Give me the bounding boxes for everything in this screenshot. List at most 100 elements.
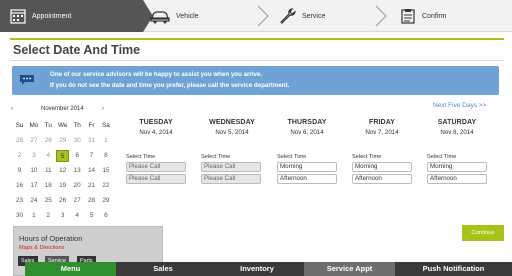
select-time-label: Select Time (277, 154, 307, 160)
calendar-day[interactable]: 3 (56, 210, 69, 222)
day-header: THURSDAY Nov 6, 2014 (272, 119, 342, 136)
step-label: Service (302, 12, 326, 20)
calendar-day[interactable]: 21 (85, 180, 98, 192)
calendar-day[interactable]: 10 (27, 165, 40, 177)
time-slot-am[interactable]: Morning (277, 162, 337, 172)
nav-service-appt[interactable]: Service Appt (304, 262, 395, 276)
nav-menu[interactable]: Menu (25, 262, 116, 276)
page-title: Select Date And Time (13, 43, 141, 57)
calendar-day[interactable]: 23 (13, 195, 26, 207)
info-banner: One of our service advisors will be happ… (12, 66, 499, 95)
step-label: Confirm (422, 12, 447, 20)
calendar-day[interactable]: 31 (85, 135, 98, 147)
calendar-day[interactable]: 19 (56, 180, 69, 192)
calendar-day[interactable]: 12 (56, 165, 69, 177)
day-header: FRIDAY Nov 7, 2014 (347, 119, 417, 136)
calendar-day[interactable]: 1 (99, 135, 112, 147)
calendar-day[interactable]: 5 (56, 150, 70, 162)
calendar-dow: Tu (44, 122, 52, 129)
calendar-day[interactable]: 4 (71, 210, 84, 222)
calendar-day[interactable]: 1 (27, 210, 40, 222)
day-name: TUESDAY (139, 119, 173, 126)
progress-steps: Appointment Vehicle Service Confirm (0, 0, 512, 32)
calendar-day[interactable]: 2 (42, 210, 55, 222)
day-header: TUESDAY Nov 4, 2014 (121, 119, 191, 136)
calendar-day[interactable]: 15 (99, 165, 112, 177)
day-header: SATURDAY Nov 8, 2014 (422, 119, 492, 136)
calendar-day[interactable]: 11 (42, 165, 55, 177)
day-date: Nov 8, 2014 (440, 129, 474, 136)
calendar-day[interactable]: 4 (42, 150, 55, 162)
divider (10, 60, 504, 61)
next-five-days-link[interactable]: Next Five Days >> (433, 102, 486, 109)
banner-line-1: One of our service advisors will be happ… (50, 71, 263, 78)
select-time-label: Select Time (201, 154, 231, 160)
calendar-day[interactable]: 27 (27, 135, 40, 147)
calendar-day[interactable]: 17 (27, 180, 40, 192)
calendar-day[interactable]: 26 (13, 135, 26, 147)
calendar-day[interactable]: 29 (56, 135, 69, 147)
calendar-month: November 2014 (41, 106, 84, 112)
calendar-day[interactable]: 29 (99, 195, 112, 207)
select-time-label: Select Time (352, 154, 382, 160)
day-date: Nov 7, 2014 (365, 129, 399, 136)
time-slot-pm[interactable]: Afternoon (427, 174, 487, 184)
next-month-button[interactable]: › (102, 105, 104, 112)
calendar-day[interactable]: 8 (99, 150, 112, 162)
calendar-day[interactable]: 26 (56, 195, 69, 207)
calendar-day[interactable]: 9 (13, 165, 26, 177)
step-appointment[interactable]: Appointment (0, 0, 153, 32)
calendar-day[interactable]: 24 (27, 195, 40, 207)
select-time-label: Select Time (126, 154, 156, 160)
car-icon (150, 8, 170, 24)
calendar-day[interactable]: 14 (85, 165, 98, 177)
time-slot-pm[interactable]: Afternoon (352, 174, 412, 184)
continue-button[interactable]: Continue (462, 225, 504, 241)
step-confirm[interactable]: Confirm (390, 0, 447, 32)
nav-inventory[interactable]: Inventory (210, 262, 304, 276)
hours-title: Hours of Operation (19, 234, 83, 243)
calendar-day[interactable]: 13 (71, 165, 84, 177)
calendar-day[interactable]: 25 (42, 195, 55, 207)
step-vehicle[interactable]: Vehicle (150, 0, 199, 32)
chevron-right-icon (375, 5, 387, 27)
calendar-day[interactable]: 22 (99, 180, 112, 192)
time-slot-am[interactable]: Please Call (201, 162, 261, 172)
nav-sales[interactable]: Sales (116, 262, 210, 276)
calendar-day[interactable]: 2 (13, 150, 26, 162)
calendar-dow: Sa (101, 122, 110, 129)
calendar-day[interactable]: 30 (13, 210, 26, 222)
time-slot-pm[interactable]: Afternoon (277, 174, 337, 184)
calendar-day[interactable]: 27 (71, 195, 84, 207)
day-date: Nov 5, 2014 (215, 129, 249, 136)
calendar-day[interactable]: 7 (85, 150, 98, 162)
day-date: Nov 4, 2014 (139, 129, 173, 136)
prev-month-button[interactable]: ‹ (11, 105, 13, 112)
calendar-day[interactable]: 6 (71, 150, 84, 162)
day-header: WEDNESDAY Nov 5, 2014 (197, 119, 267, 136)
calendar-dow: We (57, 122, 68, 129)
calendar-icon (10, 8, 26, 24)
day-name: WEDNESDAY (209, 119, 255, 126)
maps-directions-link[interactable]: Maps & Directions (19, 245, 64, 251)
calendar-day[interactable]: 16 (13, 180, 26, 192)
time-slot-am[interactable]: Morning (427, 162, 487, 172)
step-service[interactable]: Service (268, 0, 325, 32)
calendar-day[interactable]: 28 (85, 195, 98, 207)
select-time-label: Select Time (427, 154, 457, 160)
time-slot-am[interactable]: Morning (352, 162, 412, 172)
calendar-dow: Mo (29, 122, 39, 129)
time-slot-pm[interactable]: Please Call (126, 174, 186, 184)
nav-push-notification[interactable]: Push Notification (395, 262, 512, 276)
calendar-day[interactable]: 20 (71, 180, 84, 192)
time-slot-pm[interactable]: Please Call (201, 174, 261, 184)
step-label: Vehicle (176, 12, 199, 20)
calendar-day[interactable]: 30 (71, 135, 84, 147)
calendar-day[interactable]: 5 (85, 210, 98, 222)
calendar-day[interactable]: 6 (99, 210, 112, 222)
wrench-icon (278, 8, 296, 24)
calendar-day[interactable]: 3 (27, 150, 40, 162)
time-slot-am[interactable]: Please Call (126, 162, 186, 172)
calendar-day[interactable]: 18 (42, 180, 55, 192)
calendar-day[interactable]: 28 (42, 135, 55, 147)
